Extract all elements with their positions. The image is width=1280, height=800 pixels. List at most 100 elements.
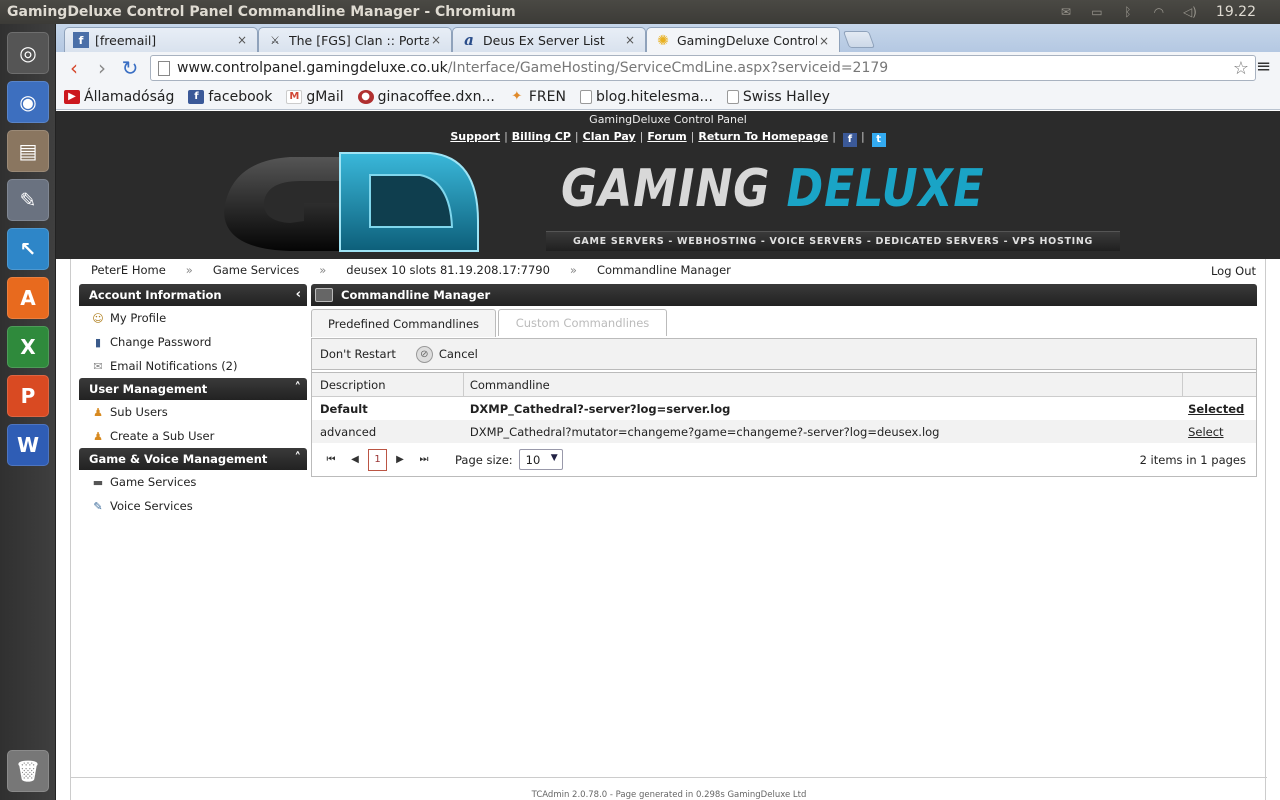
content-area: PeterE Home » Game Services » deusex 10 …	[70, 259, 1267, 800]
new-tab-button[interactable]	[842, 31, 876, 48]
tab-predefined-commandlines[interactable]: Predefined Commandlines	[311, 309, 496, 337]
server-icon: ▬	[92, 475, 104, 489]
bookmark-blog-hitelesma[interactable]: blog.hitelesma...	[579, 89, 713, 105]
close-icon[interactable]: ×	[235, 33, 249, 47]
chevron-up-icon[interactable]: ˄	[295, 381, 302, 396]
clock[interactable]: 19.22	[1216, 4, 1256, 20]
first-page-icon[interactable]: ⏮	[324, 454, 338, 465]
sidebar-item-sub-users[interactable]: ♟ Sub Users	[79, 400, 307, 424]
clan-pay-link[interactable]: Clan Pay	[583, 130, 636, 143]
sidebar-item-email-notifications[interactable]: ✉ Email Notifications (2)	[79, 354, 307, 378]
bookmark-gmail[interactable]: MgMail	[286, 89, 344, 105]
site-header: GamingDeluxe Control Panel Support | Billi…	[56, 111, 1280, 259]
twitter-icon[interactable]: t	[871, 133, 886, 147]
bookmark-ginacoffee[interactable]: ● ginacoffee.dxn...	[357, 89, 495, 105]
bluetooth-icon[interactable]: ᛒ	[1119, 5, 1137, 19]
writer-icon[interactable]: W	[7, 424, 49, 466]
wifi-icon[interactable]: ◠	[1150, 5, 1168, 19]
password-icon: ▮	[94, 335, 102, 349]
bookmark-facebook[interactable]: f facebook	[188, 89, 272, 105]
sidebar-item-voice-services[interactable]: ✎ Voice Services	[79, 494, 307, 518]
breadcrumb-home[interactable]: PeterE Home	[91, 263, 166, 277]
next-page-icon[interactable]: ▶	[393, 454, 407, 465]
sidebar-item-change-password[interactable]: ▮ Change Password	[79, 330, 307, 354]
chevron-left-icon[interactable]: ‹	[296, 287, 301, 302]
sidebar-item-my-profile[interactable]: ☺ My Profile	[79, 306, 307, 330]
table-row: Default DXMP_Cathedral?-server?log=serve…	[312, 397, 1256, 420]
system-settings-icon[interactable]: ✎	[7, 179, 49, 221]
selected-link[interactable]: Selected	[1183, 402, 1256, 416]
page-number[interactable]: 1	[368, 448, 387, 471]
close-icon[interactable]: ×	[623, 33, 637, 47]
action-bar: Don't Restart ⊘ Cancel	[312, 339, 1256, 370]
close-icon[interactable]: ×	[429, 33, 443, 47]
tab-deusex-server-list[interactable]: a Deus Ex Server List ×	[452, 27, 646, 52]
bookmark-star-icon[interactable]: ☆	[1233, 58, 1249, 79]
tab-fgs-clan[interactable]: ⚔ The [FGS] Clan :: Portal ×	[258, 27, 452, 52]
chromium-icon[interactable]: ◉	[7, 81, 49, 123]
volume-icon[interactable]: ◁)	[1181, 5, 1199, 19]
profile-icon: ☺	[92, 311, 104, 325]
mail-icon[interactable]: ✉	[1057, 5, 1075, 19]
address-bar[interactable]: www.controlpanel.gamingdeluxe.co.uk/Inte…	[150, 55, 1256, 81]
reload-icon[interactable]: ↻	[116, 54, 144, 82]
cancel-button[interactable]: Cancel	[439, 347, 478, 361]
close-icon[interactable]: ×	[817, 34, 831, 48]
support-link[interactable]: Support	[450, 130, 500, 143]
tab-gamingdeluxe[interactable]: ✺ GamingDeluxe Control Pa ×	[646, 27, 840, 53]
dash-icon[interactable]: ◎	[7, 32, 49, 74]
bookmark-swiss-halley[interactable]: Swiss Halley	[726, 89, 830, 105]
spreadsheet-icon[interactable]: X	[7, 326, 49, 368]
browser-window: f [freemail] × ⚔ The [FGS] Clan :: Porta…	[56, 24, 1280, 800]
dont-restart-checkbox[interactable]: Don't Restart	[320, 347, 396, 361]
trash-icon[interactable]: 🗑	[7, 750, 49, 792]
gmail-icon: M	[286, 89, 303, 104]
browser-toolbar: ‹ › ↻ www.controlpanel.gamingdeluxe.co.u…	[56, 52, 1280, 84]
page-size-select[interactable]: 10 ▼	[518, 449, 563, 470]
last-page-icon[interactable]: ⏭	[417, 454, 431, 465]
back-icon[interactable]: ‹	[60, 54, 88, 82]
battery-icon[interactable]: ▭	[1088, 5, 1106, 19]
email-icon: ✉	[93, 359, 103, 373]
prev-page-icon[interactable]: ◀	[348, 454, 362, 465]
return-home-link[interactable]: Return To Homepage	[698, 130, 828, 143]
tab-label: [freemail]	[95, 32, 157, 48]
logout-link[interactable]: Log Out	[1211, 264, 1256, 278]
billing-cp-link[interactable]: Billing CP	[512, 130, 571, 143]
select-link[interactable]: Select	[1183, 425, 1256, 439]
page-icon	[579, 89, 592, 104]
column-description[interactable]: Description	[312, 372, 464, 397]
freemail-icon: f	[73, 32, 89, 48]
unity-launcher: ◎ ◉ ▤ ✎ ↖ A X P W 🗑	[0, 24, 56, 800]
system-top-bar: GamingDeluxe Control Panel Commandline M…	[0, 0, 1280, 24]
panel-title: GamingDeluxe Control Panel	[589, 113, 747, 126]
column-commandline[interactable]: Commandline	[464, 372, 1184, 397]
sidebar-item-game-services[interactable]: ▬ Game Services	[79, 470, 307, 494]
gamingdeluxe-icon: ✺	[657, 32, 669, 49]
facebook-icon[interactable]: f	[842, 133, 857, 147]
bookmarks-bar: ▶ Államadóság f facebook MgMail ● ginacoffe…	[56, 84, 1280, 110]
microphone-icon: ✎	[93, 499, 103, 513]
tab-custom-commandlines[interactable]: Custom Commandlines	[498, 309, 667, 336]
bookmark-fren[interactable]: ✦ FREN	[509, 89, 566, 105]
presentation-icon[interactable]: P	[7, 375, 49, 417]
files-icon[interactable]: ▤	[7, 130, 49, 172]
breadcrumb-game-services[interactable]: Game Services	[213, 263, 299, 277]
breadcrumb-service[interactable]: deusex 10 slots 81.19.208.17:7790	[346, 263, 550, 277]
dropdown-arrow-icon: ▼	[550, 453, 558, 463]
tab-freemail[interactable]: f [freemail] ×	[64, 27, 258, 52]
page-icon	[158, 61, 170, 76]
cancel-icon[interactable]: ⊘	[415, 345, 433, 363]
chevron-up-icon[interactable]: ˄	[295, 451, 302, 466]
forum-link[interactable]: Forum	[647, 130, 686, 143]
menu-icon[interactable]: ≡	[1256, 58, 1272, 76]
account-information-header[interactable]: Account Information ‹	[79, 284, 307, 306]
game-voice-management-header[interactable]: Game & Voice Management ˄	[79, 448, 307, 470]
sidebar-item-create-sub-user[interactable]: ♟ Create a Sub User	[79, 424, 307, 448]
forward-icon[interactable]: ›	[88, 54, 116, 82]
web-page: GamingDeluxe Control Panel Support | Billi…	[56, 111, 1280, 800]
software-center-icon[interactable]: A	[7, 277, 49, 319]
cursor-app-icon[interactable]: ↖	[7, 228, 49, 270]
bookmark-allamadossag[interactable]: ▶ Államadóság	[64, 89, 174, 105]
user-management-header[interactable]: User Management ˄	[79, 378, 307, 400]
